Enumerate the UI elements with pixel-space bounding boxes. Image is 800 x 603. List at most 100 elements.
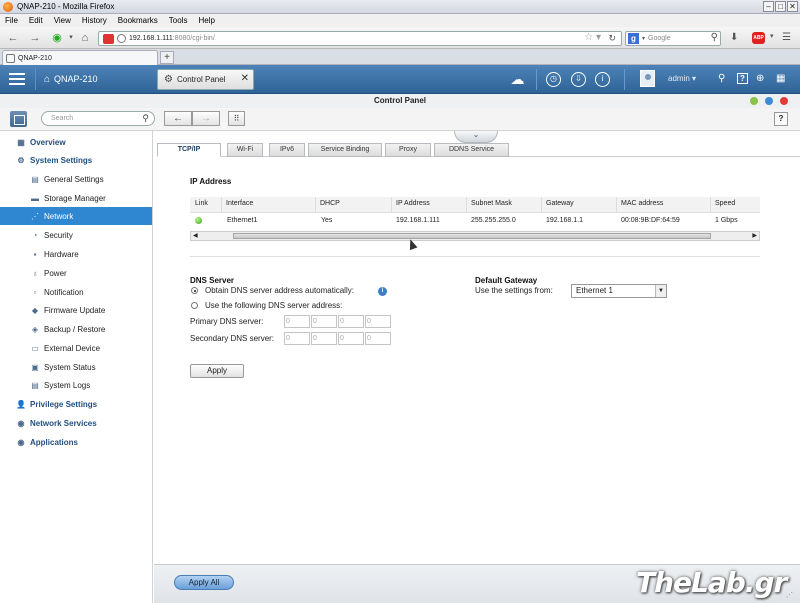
panel-help-icon[interactable]: ? [774,112,788,126]
menu-tools[interactable]: Tools [169,16,188,25]
secondary-dns-octet-4[interactable]: 0 [365,332,391,345]
minimize-icon[interactable]: – [763,1,774,12]
back-icon[interactable]: ← [6,31,20,45]
secondary-dns-octet-1[interactable]: 0 [284,332,310,345]
sidebar-item-firmware-update[interactable]: ◆ Firmware Update [0,301,152,319]
collapse-handle-icon[interactable]: ⌄ [454,131,498,143]
search-icon[interactable]: ⚲ [711,32,718,43]
menu-edit[interactable]: Edit [29,16,43,25]
main-menu-icon[interactable] [6,70,28,88]
search-qnap-icon[interactable]: ⚲ [718,73,725,84]
language-globe-icon[interactable]: ⊕ [756,73,764,84]
sidebar-item-system-status[interactable]: ▣ System Status [0,358,152,376]
menu-bars-icon[interactable]: ☰ [782,32,791,43]
menu-view[interactable]: View [54,16,71,25]
search-bar[interactable]: g ▾ Google ⚲ [625,31,721,46]
tab-tcp-ip[interactable]: TCP/IP [157,143,221,157]
abp-dropdown-icon[interactable]: ▾ [770,32,774,40]
secondary-dns-octet-2[interactable]: 0 [311,332,337,345]
sidebar-item-network-services[interactable]: ◉ Network Services [0,414,152,432]
table-row[interactable]: Ethernet1 Yes 192.168.1.111 255.255.255.… [190,214,760,230]
maximize-icon[interactable]: □ [775,1,786,12]
dropdown-icon[interactable]: ▾ [64,31,78,45]
close-app-icon[interactable]: ✕ [241,73,249,84]
external-devices-icon[interactable]: ⇩ [571,72,586,87]
close-window-icon[interactable]: ✕ [787,1,798,12]
apps-grid-icon[interactable]: ⠿ [228,111,245,126]
bookmark-star-icon[interactable]: ☆ ▾ [584,32,601,43]
close-panel-icon[interactable] [780,97,788,105]
stop-icon[interactable]: ◉ [50,31,64,45]
resize-grip-icon[interactable]: ⋰ [786,591,798,601]
sidebar-item-system-settings[interactable]: ⚙ System Settings [0,151,152,169]
tab-service-binding[interactable]: Service Binding [308,143,382,157]
dashboard-icon[interactable]: ▦ [776,73,785,84]
menu-help[interactable]: Help [198,16,214,25]
google-icon[interactable]: g [628,33,639,44]
chevron-down-icon[interactable]: ▼ [655,285,666,297]
gateway-select[interactable]: Ethernet 1 ▼ [571,284,667,298]
dns-auto-radio[interactable] [191,287,198,294]
primary-dns-octet-4[interactable]: 0 [365,315,391,328]
help-icon[interactable]: ? [737,73,748,84]
panel-search-input[interactable]: Search ⚲ [41,111,155,126]
browser-tab[interactable]: QNAP-210 [2,50,158,65]
home-icon[interactable]: ⌂ [78,31,92,45]
sidebar-item-system-logs[interactable]: ▤ System Logs [0,376,152,394]
tab-ddns-service[interactable]: DDNS Service [434,143,509,157]
engine-dropdown-icon[interactable]: ▾ [642,35,645,42]
reload-icon[interactable]: ↻ [608,33,616,44]
primary-dns-octet-2[interactable]: 0 [311,315,337,328]
tab-wi-fi[interactable]: Wi-Fi [227,143,263,157]
primary-dns-octet-3[interactable]: 0 [338,315,364,328]
primary-dns-octet-1[interactable]: 0 [284,315,310,328]
download-icon[interactable]: ⬇ [730,32,738,43]
user-name[interactable]: admin ▾ [668,74,696,83]
background-tasks-icon[interactable]: ◷ [546,72,561,87]
sidebar-item-general-settings[interactable]: ▤ General Settings [0,170,152,188]
user-avatar[interactable] [640,70,655,87]
sidebar-item-backup-restore[interactable]: ◈ Backup / Restore [0,320,152,338]
panel-search-icon[interactable]: ⚲ [142,112,149,125]
scroll-left-icon[interactable]: ◀ [193,232,198,239]
sidebar-item-security[interactable]: ◔ Security [0,226,152,244]
view-toggle-icon[interactable] [10,111,27,127]
sidebar-item-overview[interactable]: ▦ Overview [0,133,152,151]
adblock-icon[interactable]: ABP [752,32,765,44]
new-tab-button[interactable]: + [160,51,174,64]
sidebar-item-label: General Settings [44,174,104,184]
tab-proxy[interactable]: Proxy [385,143,431,157]
panel-back-icon[interactable]: ← [164,111,192,126]
sidebar-item-network[interactable]: ⋰ Network [0,207,152,225]
site-identity-icon[interactable] [103,33,114,44]
scrollbar-thumb[interactable] [233,233,711,239]
sidebar-item-power[interactable]: ♁ Power [0,264,152,282]
menu-bookmarks[interactable]: Bookmarks [118,16,158,25]
sidebar-item-external-device[interactable]: ▭ External Device [0,339,152,357]
cloud-icon[interactable]: ☁ [510,72,525,87]
forward-icon[interactable]: → [28,31,42,45]
control-panel-app-tab[interactable]: ⚙ Control Panel ✕ [157,69,254,90]
sidebar-item-hardware[interactable]: ▪ Hardware [0,245,152,263]
info-icon[interactable]: i [378,287,387,296]
sidebar-item-notification[interactable]: ▫ Notification [0,283,152,301]
panel-forward-icon[interactable]: → [192,111,220,126]
table-horizontal-scrollbar[interactable]: ◀ ▶ [190,231,760,241]
sidebar-item-storage-manager[interactable]: ▬ Storage Manager [0,189,152,207]
minimize-panel-icon[interactable] [750,97,758,105]
event-info-icon[interactable]: i [595,72,610,87]
menu-history[interactable]: History [82,16,107,25]
maximize-panel-icon[interactable] [765,97,773,105]
qnap-home[interactable]: ⌂ QNAP-210 [35,68,152,90]
apply-all-button[interactable]: Apply All [174,575,234,590]
menu-file[interactable]: File [5,16,18,25]
sidebar-item-applications[interactable]: ◉ Applications [0,433,152,451]
watermark-logo: TheLab.gr [636,566,787,599]
secondary-dns-octet-3[interactable]: 0 [338,332,364,345]
sidebar-item-privilege-settings[interactable]: 👤 Privilege Settings [0,395,152,413]
scroll-right-icon[interactable]: ▶ [752,232,757,239]
url-bar[interactable]: 192.168.1.111:8080/cgi-bin/ ☆ ▾ ↻ [98,31,622,46]
dns-manual-radio[interactable] [191,302,198,309]
apply-button[interactable]: Apply [190,364,244,378]
tab-ipv6[interactable]: IPv6 [269,143,305,157]
